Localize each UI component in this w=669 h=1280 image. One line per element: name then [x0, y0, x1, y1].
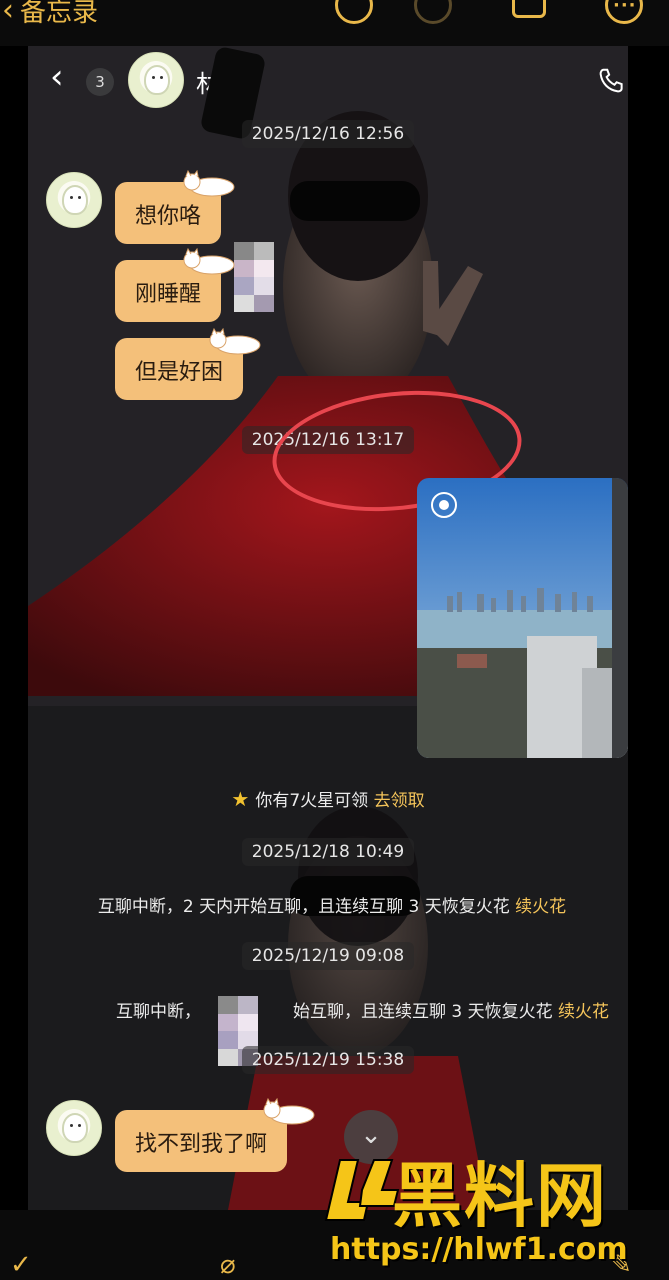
draw-icon[interactable] [414, 0, 452, 24]
system-notice-interrupt: 互聊中断，2 天内开始互聊，且连续互聊 3 天恢复火花 续火花 [97, 897, 567, 917]
phone-icon[interactable] [596, 66, 626, 96]
cat-sticker-icon [183, 248, 235, 275]
image-message[interactable] [417, 478, 628, 758]
mosaic-blur [234, 242, 274, 312]
timestamp: 2025/12/19 15:38 [28, 1046, 628, 1074]
more-icon[interactable] [605, 0, 643, 24]
renew-spark-link[interactable]: 续火花 [558, 1002, 609, 1022]
system-notice-interrupt: 互聊中断， 始互聊，且连续互聊 3 天恢复火花 续火花 [116, 1002, 610, 1022]
timestamp: 2025/12/18 10:49 [28, 838, 628, 866]
cat-sticker-icon [183, 170, 235, 197]
watermark-logo [324, 1159, 400, 1221]
chevron-left-icon: ‹ [2, 0, 14, 28]
view-once-icon [431, 492, 457, 518]
unread-badge: 3 [86, 68, 114, 96]
cat-sticker-icon [209, 328, 261, 355]
timestamp: 2025/12/19 09:08 [28, 942, 628, 970]
link-icon[interactable] [335, 0, 373, 24]
city-view-photo [417, 478, 628, 758]
sender-avatar[interactable] [46, 172, 102, 228]
system-notice-sparks: ★ 你有7火星可领 去领取 [231, 787, 425, 811]
notes-back-label: 备忘录 [20, 0, 99, 28]
timestamp: 2025/12/16 12:56 [28, 120, 628, 148]
chat-back-button[interactable]: ‹ [50, 60, 64, 94]
share-icon[interactable] [512, 0, 546, 18]
chat-screenshot: ‹ 3 林 2025/12/16 12:56 想你咯 刚睡醒 但是好困 2025… [28, 46, 628, 1210]
claim-link[interactable]: 去领取 [374, 791, 425, 811]
sender-avatar[interactable] [46, 1100, 102, 1156]
watermark-title: 黑料网 [392, 1155, 608, 1237]
attachment-icon[interactable]: ⌀ [220, 1250, 236, 1280]
cat-sticker-icon [263, 1098, 315, 1125]
renew-spark-link[interactable]: 续火花 [515, 897, 566, 917]
chat-header: ‹ 3 林 [28, 46, 628, 141]
notes-back-button[interactable]: ‹ 备忘录 [2, 0, 98, 29]
star-icon: ★ [231, 787, 250, 811]
notes-top-bar: ‹ 备忘录 [0, 0, 669, 46]
checklist-icon[interactable]: ✓ [10, 1250, 32, 1280]
watermark-url: https://hlwf1.com [330, 1232, 628, 1267]
contact-avatar[interactable] [128, 52, 184, 108]
